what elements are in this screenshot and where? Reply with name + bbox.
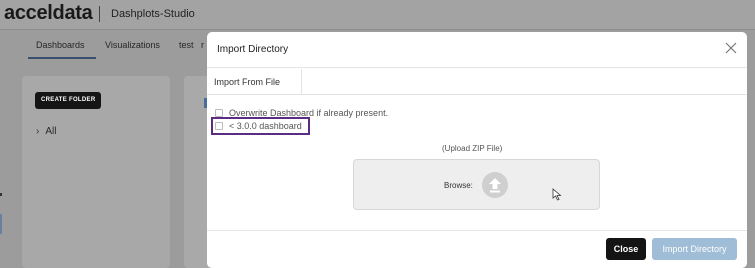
highlight-box [211,117,310,135]
app-logo: acceldata [4,2,93,24]
tab-visualizations[interactable]: Visualizations [105,40,160,50]
app-title: Dashplots-Studio [111,8,195,20]
tab-import-from-file[interactable]: Import From File [207,69,302,95]
upload-zip-label: (Upload ZIP File) [442,144,503,153]
tree-item-all[interactable]: › All [36,126,56,137]
chevron-right-icon: › [36,126,40,137]
import-directory-button[interactable]: Import Directory [652,238,737,260]
modal-header: Import Directory [207,32,747,68]
tab-test[interactable]: test [179,40,194,50]
browse-label: Browse: [444,181,473,190]
tree-item-label: All [45,126,57,137]
close-icon[interactable] [725,42,737,54]
top-bar: acceldata Dashplots-Studio [0,0,755,30]
import-directory-modal: Import Directory Import From File Overwr… [207,32,747,268]
edge-marker [0,193,2,196]
edge-accent [0,214,2,234]
create-folder-button[interactable]: CREATE FOLDER [35,92,102,109]
mouse-cursor-icon [552,188,562,201]
upload-icon[interactable] [481,171,509,199]
modal-footer-divider [207,230,747,231]
modal-tabs: Import From File [207,69,747,95]
file-dropzone[interactable]: Browse: [353,159,600,210]
logo-divider [99,6,100,22]
active-tab-indicator [28,57,96,59]
tab-dashboards[interactable]: Dashboards [36,40,85,50]
overwrite-checkbox[interactable] [215,109,223,117]
modal-title: Import Directory [217,44,289,55]
close-button[interactable]: Close [606,238,646,260]
tab-truncated[interactable]: r [201,40,204,50]
